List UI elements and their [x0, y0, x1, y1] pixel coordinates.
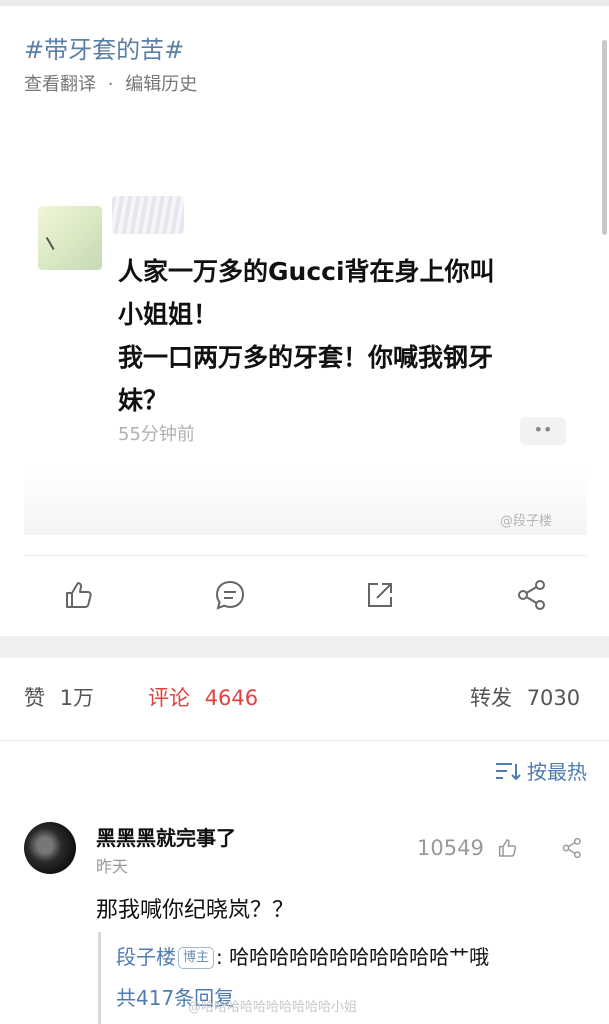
reply-author[interactable]: 段子楼	[116, 945, 176, 969]
post-text-line: 妹？	[118, 386, 169, 415]
comments-count: 4646	[204, 686, 259, 710]
bottom-watermark: @哈哈哈哈哈哈哈哈哈哈小姐	[188, 1000, 358, 1015]
stats-bar: 赞 1万 评论 4646 转发 7030	[0, 680, 609, 716]
section-gap	[0, 636, 609, 658]
post-time: 55分钟前	[118, 424, 195, 445]
meta-separator: ·	[107, 74, 114, 95]
sort-label: 按最热	[527, 760, 587, 784]
sort-icon	[496, 763, 521, 781]
post-text-line: 我一口两万多的牙套！你喊我钢牙	[118, 343, 494, 372]
thumb-up-icon[interactable]	[60, 577, 96, 613]
comment-icon[interactable]	[212, 577, 248, 613]
comment-time: 昨天	[96, 857, 129, 876]
edit-history-link[interactable]: 编辑历史	[125, 74, 197, 95]
post-text-line: 小姐姐！	[118, 300, 219, 329]
likes-tab[interactable]: 赞 1万	[24, 682, 94, 712]
likes-label: 赞	[24, 686, 45, 710]
kite-icon	[45, 227, 71, 251]
comment-like-icon[interactable]	[495, 836, 519, 860]
watermark: @段子楼	[500, 514, 553, 529]
poster-avatar[interactable]	[38, 206, 102, 270]
blurred-username	[112, 196, 184, 234]
blogger-badge: 博主	[178, 947, 215, 969]
comments-label: 评论	[148, 686, 190, 710]
share-out-icon[interactable]	[362, 577, 398, 613]
reposts-tab[interactable]: 转发 7030	[470, 682, 580, 712]
action-bar	[0, 565, 609, 625]
post-text-line: 人家一万多的Gucci背在身上你叫	[118, 257, 495, 286]
translate-link[interactable]: 查看翻译	[24, 74, 96, 95]
commenter-avatar[interactable]	[24, 822, 76, 874]
more-options-button[interactable]: ••	[520, 417, 566, 445]
scrollbar[interactable]	[602, 40, 607, 235]
likes-count: 1万	[59, 686, 95, 710]
post-text: 人家一万多的Gucci背在身上你叫 小姐姐！ 我一口两万多的牙套！你喊我钢牙 妹…	[118, 250, 558, 422]
comment-share-icon[interactable]	[560, 836, 584, 860]
reposts-count: 7030	[526, 686, 581, 710]
divider	[0, 740, 609, 741]
reposts-label: 转发	[470, 686, 512, 710]
post-meta-links: 查看翻译 · 编辑历史	[24, 70, 197, 96]
sort-toggle[interactable]: 按最热	[495, 756, 587, 785]
comment-like-count: 10549	[417, 836, 484, 860]
divider	[24, 555, 587, 556]
comment-text: 那我喊你纪晓岚？？	[96, 898, 295, 923]
topic-hashtag[interactable]: #带牙套的苦#	[24, 30, 184, 65]
reply-text: : 哈哈哈哈哈哈哈哈哈哈哈艹哦	[216, 945, 490, 969]
top-edge	[0, 0, 609, 6]
reply-line: 段子楼 博主: 哈哈哈哈哈哈哈哈哈哈哈艹哦	[116, 941, 489, 970]
commenter-name[interactable]: 黑黑黑就完事了	[96, 822, 236, 851]
share-nodes-icon[interactable]	[514, 577, 550, 613]
comments-tab[interactable]: 评论 4646	[148, 682, 258, 712]
